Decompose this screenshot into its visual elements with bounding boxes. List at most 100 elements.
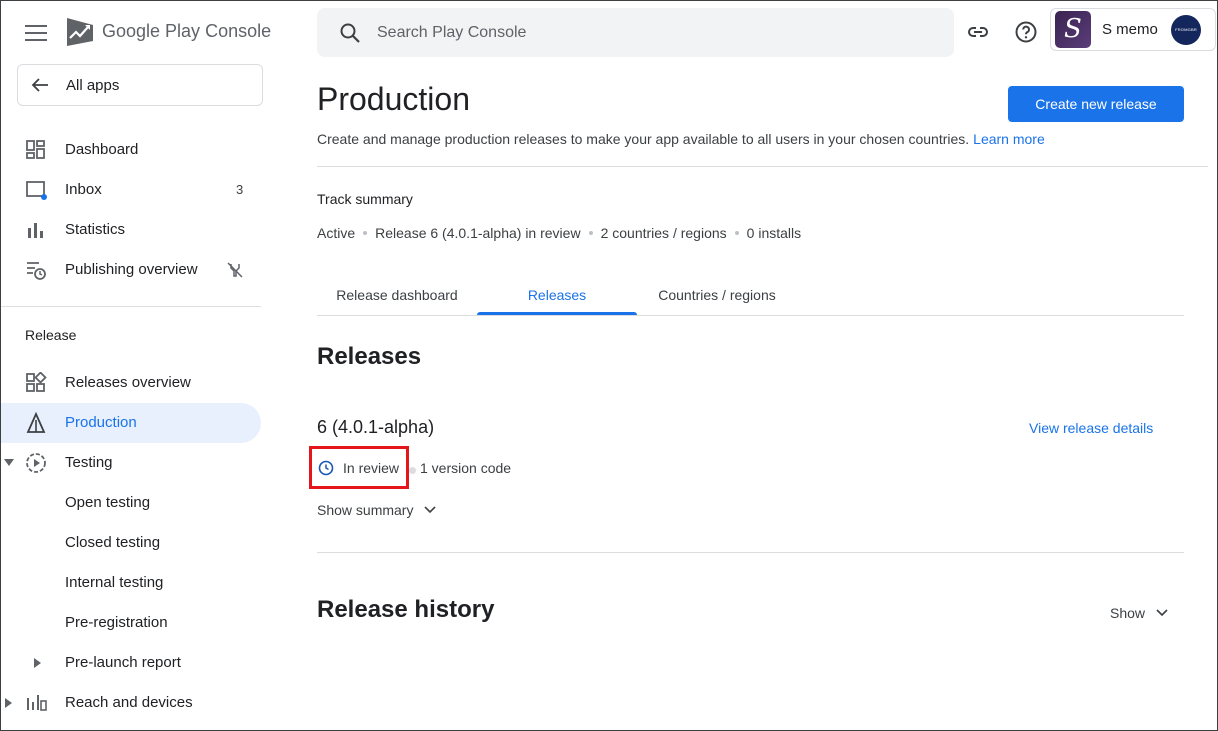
search-icon	[340, 23, 360, 43]
app-logo-text[interactable]: Google Play Console	[102, 21, 271, 42]
logo-console: Console	[205, 21, 272, 41]
release-name: 6 (4.0.1-alpha)	[317, 417, 435, 437]
version-code-count: 1 version code	[420, 460, 512, 476]
app-name: S memo	[1102, 21, 1158, 38]
sidebar-item-label: Publishing overview	[65, 261, 198, 278]
release-status: In review	[318, 460, 399, 476]
track-installs: 0 installs	[746, 225, 802, 241]
sidebar-item-label: Inbox	[65, 181, 102, 198]
app-bar-logo-row: Google Play Console	[1, 1, 277, 63]
subtitle-text: Create and manage production releases to…	[317, 131, 970, 147]
sidebar-item-pre-registration[interactable]: Pre-registration	[1, 603, 261, 643]
app-thumbnail: S	[1055, 11, 1091, 48]
separator-dot	[588, 231, 593, 235]
sidebar-item-open-testing[interactable]: Open testing	[1, 483, 261, 523]
sidebar-item-inbox[interactable]: Inbox 3	[1, 170, 261, 210]
menu-icon[interactable]	[25, 25, 47, 41]
sidebar: Google Play Console All apps Dashboard I…	[1, 1, 277, 730]
tabs-divider	[317, 315, 1184, 316]
show-label: Show	[1110, 605, 1146, 621]
production-icon	[26, 412, 46, 433]
sidebar-item-label: Open testing	[65, 494, 151, 511]
page-title: Production	[317, 81, 470, 117]
window: Google Play Console All apps Dashboard I…	[0, 0, 1218, 731]
sidebar-item-label: Internal testing	[65, 574, 164, 591]
expand-caret-icon[interactable]	[5, 698, 13, 708]
sidebar-item-label: Testing	[65, 454, 113, 471]
release-history-heading: Release history	[317, 596, 495, 623]
testing-icon	[26, 453, 46, 473]
sidebar-item-closed-testing[interactable]: Closed testing	[1, 523, 261, 563]
help-icon[interactable]	[1014, 20, 1038, 44]
search-input[interactable]	[377, 20, 917, 46]
sidebar-item-production[interactable]: Production	[1, 403, 261, 443]
inbox-count-badge: 3	[236, 182, 244, 197]
track-summary: Active Release 6 (4.0.1-alpha) in review…	[317, 225, 801, 241]
chevron-down-icon	[424, 506, 437, 514]
account-switcher[interactable]: S S memo FROMGBR	[1050, 8, 1216, 51]
separator-dot	[409, 467, 416, 474]
separator-dot	[734, 231, 739, 235]
sidebar-item-label: Pre-registration	[65, 614, 168, 631]
page-subtitle: Create and manage production releases to…	[317, 131, 1045, 147]
logo-google-play: Google Play	[102, 21, 201, 41]
expand-caret-icon[interactable]	[4, 459, 14, 467]
releases-heading: Releases	[317, 343, 422, 370]
sidebar-item-internal-testing[interactable]: Internal testing	[1, 563, 261, 603]
track-status: Active	[317, 225, 356, 241]
tab-label: Releases	[527, 287, 587, 303]
learn-more-link[interactable]: Learn more	[973, 131, 1045, 147]
chevron-down-icon	[1156, 609, 1168, 617]
show-summary-label: Show summary	[317, 502, 414, 518]
track-release: Release 6 (4.0.1-alpha) in review	[375, 225, 581, 241]
link-icon[interactable]	[966, 20, 990, 44]
sidebar-item-statistics[interactable]: Statistics	[1, 210, 261, 250]
section-divider	[317, 552, 1184, 553]
show-summary-toggle[interactable]: Show summary	[317, 502, 437, 518]
separator-dot	[363, 231, 368, 235]
sidebar-item-label: Statistics	[65, 221, 126, 238]
tab-label: Release dashboard	[336, 287, 458, 303]
sidebar-item-testing[interactable]: Testing	[1, 443, 261, 483]
track-summary-title: Track summary	[317, 191, 413, 207]
reach-devices-icon	[27, 695, 47, 711]
sidebar-item-label: Dashboard	[65, 141, 139, 158]
publishing-overview-icon	[27, 262, 46, 280]
view-release-details-link[interactable]: View release details	[1029, 420, 1153, 436]
search-bar[interactable]	[317, 8, 954, 57]
all-apps-button[interactable]: All apps	[17, 64, 263, 106]
sidebar-item-label: Pre-launch report	[65, 654, 181, 671]
tab-countries-regions[interactable]: Countries / regions	[637, 275, 797, 315]
sidebar-item-reach-and-devices[interactable]: Reach and devices	[1, 683, 261, 723]
all-apps-label: All apps	[66, 77, 120, 94]
developer-avatar[interactable]: FROMGBR	[1171, 15, 1201, 45]
releases-overview-icon	[26, 372, 47, 392]
tab-releases[interactable]: Releases	[477, 275, 637, 315]
release-history-show-toggle[interactable]: Show	[1110, 605, 1169, 621]
bar-chart-icon	[28, 223, 43, 238]
expand-caret-icon[interactable]	[34, 658, 42, 668]
arrow-back-icon	[31, 78, 48, 92]
sidebar-item-label: Production	[65, 414, 137, 431]
tab-label: Countries / regions	[658, 287, 776, 303]
sidebar-item-releases-overview[interactable]: Releases overview	[1, 363, 261, 403]
track-countries: 2 countries / regions	[600, 225, 727, 241]
sidebar-item-pre-launch-report[interactable]: Pre-launch report	[1, 643, 261, 683]
sidebar-item-label: Reach and devices	[65, 694, 193, 711]
dashboard-icon	[26, 140, 45, 159]
tab-release-dashboard[interactable]: Release dashboard	[317, 275, 477, 315]
inbox-icon	[26, 181, 47, 200]
play-console-logo-icon	[67, 18, 93, 46]
sidebar-item-dashboard[interactable]: Dashboard	[1, 130, 261, 170]
sidebar-item-label: Releases overview	[65, 374, 191, 391]
managed-publishing-off-icon	[227, 262, 243, 278]
create-new-release-button[interactable]: Create new release	[1008, 86, 1184, 122]
clock-icon	[318, 460, 334, 476]
sidebar-item-label: Closed testing	[65, 534, 161, 551]
developer-avatar-text: FROMGBR	[1175, 27, 1197, 32]
sidebar-divider	[1, 306, 261, 307]
sidebar-section-release: Release	[25, 327, 77, 343]
release-status-text: In review	[343, 460, 400, 476]
header-divider	[317, 166, 1208, 167]
sidebar-item-publishing-overview[interactable]: Publishing overview	[1, 250, 261, 290]
